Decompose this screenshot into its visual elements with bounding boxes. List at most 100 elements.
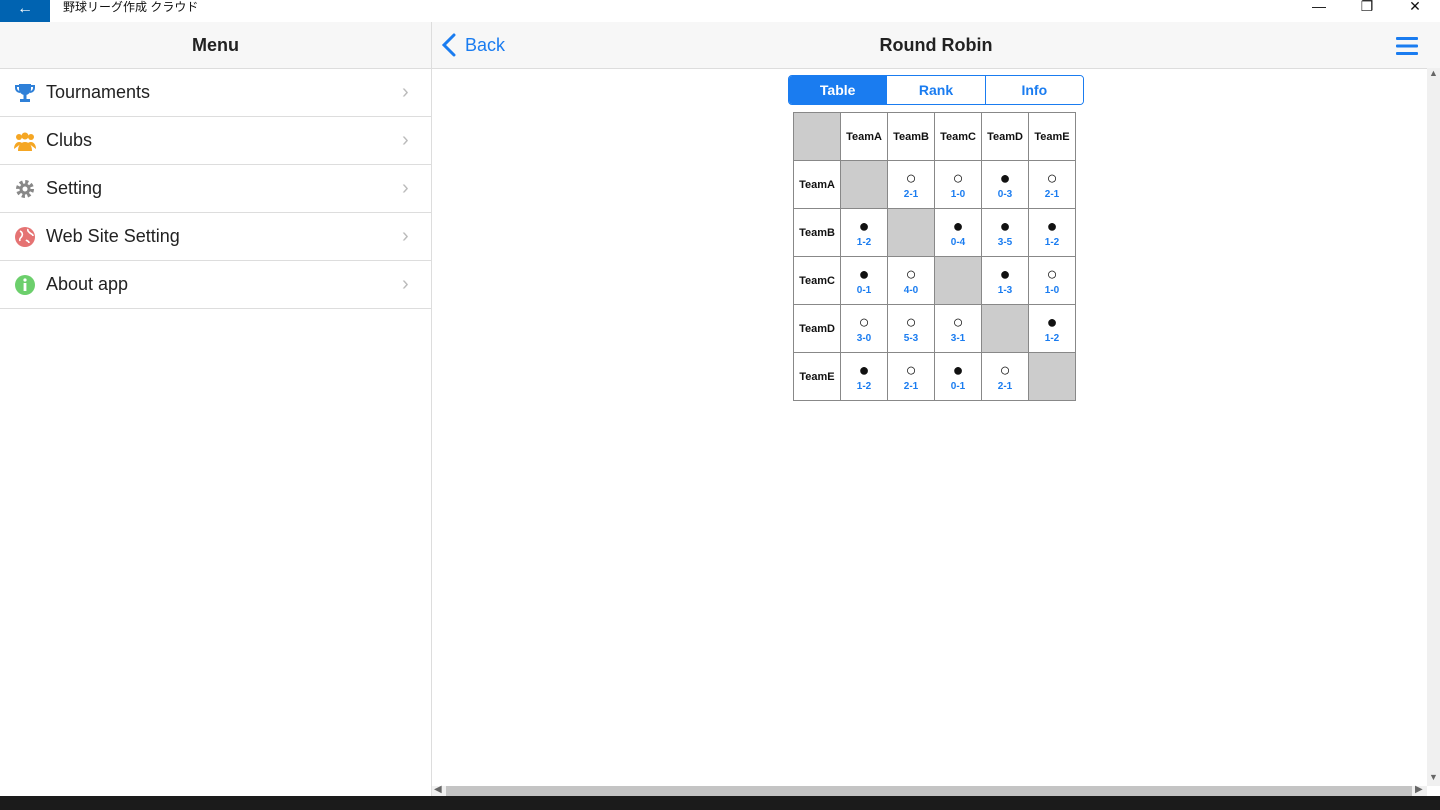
loss-dot-icon: ● (952, 360, 964, 380)
horizontal-scroll-thumb[interactable] (446, 786, 1412, 796)
scroll-right-icon[interactable]: ▶ (1415, 784, 1423, 795)
hamburger-menu-icon[interactable] (1396, 36, 1418, 56)
result-cell[interactable]: ● 0-1 (840, 256, 888, 305)
row-header: TeamB (793, 208, 841, 257)
result-cell[interactable]: ○ 2-1 (981, 352, 1029, 401)
round-robin-table: TeamA TeamB TeamC TeamD TeamE TeamA ○ 2-1 ○ 1-0 ● 0… (793, 112, 1076, 401)
loss-dot-icon: ● (858, 360, 870, 380)
score-label: 2-1 (1044, 189, 1060, 200)
result-cell[interactable]: ○ 1-0 (934, 160, 982, 209)
row-header: TeamE (793, 352, 841, 401)
win-circle-icon: ○ (905, 312, 917, 332)
result-cell[interactable]: ● 1-2 (840, 352, 888, 401)
horizontal-scrollbar[interactable]: ◀ ▶ (432, 784, 1427, 796)
result-cell[interactable]: ○ 2-1 (887, 352, 935, 401)
sidebar-item-setting[interactable]: Setting › (0, 165, 431, 213)
result-cell[interactable]: ○ 2-1 (887, 160, 935, 209)
column-header: TeamA (840, 112, 888, 161)
result-cell[interactable]: ○ 3-0 (840, 304, 888, 353)
win-circle-icon: ○ (1046, 264, 1058, 284)
result-cell[interactable]: ○ 3-1 (934, 304, 982, 353)
loss-dot-icon: ● (999, 264, 1011, 284)
tab-table[interactable]: Table (789, 76, 887, 104)
win-circle-icon: ○ (905, 264, 917, 284)
scroll-left-icon[interactable]: ◀ (434, 784, 442, 795)
tab-info[interactable]: Info (984, 76, 1083, 104)
score-label: 0-1 (856, 285, 872, 296)
sidebar-item-clubs[interactable]: Clubs › (0, 117, 431, 165)
result-cell[interactable]: ○ 4-0 (887, 256, 935, 305)
score-label: 1-2 (1044, 237, 1060, 248)
sidebar-item-tournaments[interactable]: Tournaments › (0, 69, 431, 117)
result-cell[interactable]: ○ 5-3 (887, 304, 935, 353)
tab-rank[interactable]: Rank (886, 76, 985, 104)
score-label: 1-0 (950, 189, 966, 200)
window-back-button[interactable]: ← (0, 0, 50, 22)
close-button[interactable]: ✕ (1392, 0, 1438, 22)
score-label: 2-1 (903, 189, 919, 200)
trophy-icon (15, 84, 35, 102)
loss-dot-icon: ● (999, 168, 1011, 188)
win-circle-icon: ○ (952, 312, 964, 332)
result-cell[interactable]: ● 0-1 (934, 352, 982, 401)
result-cell[interactable]: ● 1-2 (1028, 304, 1076, 353)
sidebar-item-about-app[interactable]: About app › (0, 261, 431, 309)
main-panel: Round Robin Back Table Rank Info TeamA Te… (432, 22, 1440, 796)
minimize-button[interactable]: — (1296, 0, 1342, 22)
score-label: 3-1 (950, 333, 966, 344)
window-title: 野球リーグ作成 クラウド (63, 0, 199, 14)
self-match-cell (981, 304, 1029, 353)
loss-dot-icon: ● (999, 216, 1011, 236)
win-circle-icon: ○ (858, 312, 870, 332)
score-label: 1-2 (1044, 333, 1060, 344)
column-header: TeamB (887, 112, 935, 161)
maximize-button[interactable]: ❐ (1344, 0, 1390, 22)
vertical-scrollbar[interactable]: ▲ ▼ (1427, 68, 1440, 786)
result-cell[interactable]: ● 0-4 (934, 208, 982, 257)
score-label: 3-5 (997, 237, 1013, 248)
score-label: 3-0 (856, 333, 872, 344)
self-match-cell (1028, 352, 1076, 401)
window-titlebar: ← 野球リーグ作成 クラウド — ❐ ✕ (0, 0, 1440, 22)
sidebar-item-web-site-setting[interactable]: Web Site Setting › (0, 213, 431, 261)
result-cell[interactable]: ● 3-5 (981, 208, 1029, 257)
info-icon (15, 275, 35, 295)
chevron-right-icon: › (402, 225, 409, 247)
page-title: Round Robin (879, 35, 993, 55)
score-label: 2-1 (997, 381, 1013, 392)
nav-bar: Round Robin Back (432, 22, 1440, 69)
score-label: 1-3 (997, 285, 1013, 296)
group-icon (14, 132, 36, 151)
score-label: 0-1 (950, 381, 966, 392)
table-row: TeamE ● 1-2 ○ 2-1 ● 0-1 ○ 2-1 (793, 352, 1076, 401)
loss-dot-icon: ● (1046, 312, 1058, 332)
scroll-up-icon[interactable]: ▲ (1427, 68, 1440, 78)
score-label: 4-0 (903, 285, 919, 296)
result-cell[interactable]: ○ 1-0 (1028, 256, 1076, 305)
scroll-down-icon[interactable]: ▼ (1427, 772, 1440, 782)
row-header: TeamC (793, 256, 841, 305)
result-cell[interactable]: ● 1-2 (1028, 208, 1076, 257)
taskbar (0, 796, 1440, 810)
table-header-row: TeamA TeamB TeamC TeamD TeamE (793, 112, 1076, 161)
score-label: 5-3 (903, 333, 919, 344)
win-circle-icon: ○ (905, 360, 917, 380)
loss-dot-icon: ● (952, 216, 964, 236)
table-row: TeamA ○ 2-1 ○ 1-0 ● 0-3 ○ 2-1 (793, 160, 1076, 209)
gear-icon (16, 180, 34, 198)
result-cell[interactable]: ○ 2-1 (1028, 160, 1076, 209)
score-label: 1-2 (856, 237, 872, 248)
result-cell[interactable]: ● 1-2 (840, 208, 888, 257)
loss-dot-icon: ● (858, 216, 870, 236)
chevron-left-icon (441, 33, 456, 57)
table-row: TeamD ○ 3-0 ○ 5-3 ○ 3-1 ● 1-2 (793, 304, 1076, 353)
score-label: 2-1 (903, 381, 919, 392)
self-match-cell (887, 208, 935, 257)
result-cell[interactable]: ● 1-3 (981, 256, 1029, 305)
self-match-cell (934, 256, 982, 305)
score-label: 1-0 (1044, 285, 1060, 296)
loss-dot-icon: ● (1046, 216, 1058, 236)
result-cell[interactable]: ● 0-3 (981, 160, 1029, 209)
column-header: TeamD (981, 112, 1029, 161)
row-header: TeamA (793, 160, 841, 209)
